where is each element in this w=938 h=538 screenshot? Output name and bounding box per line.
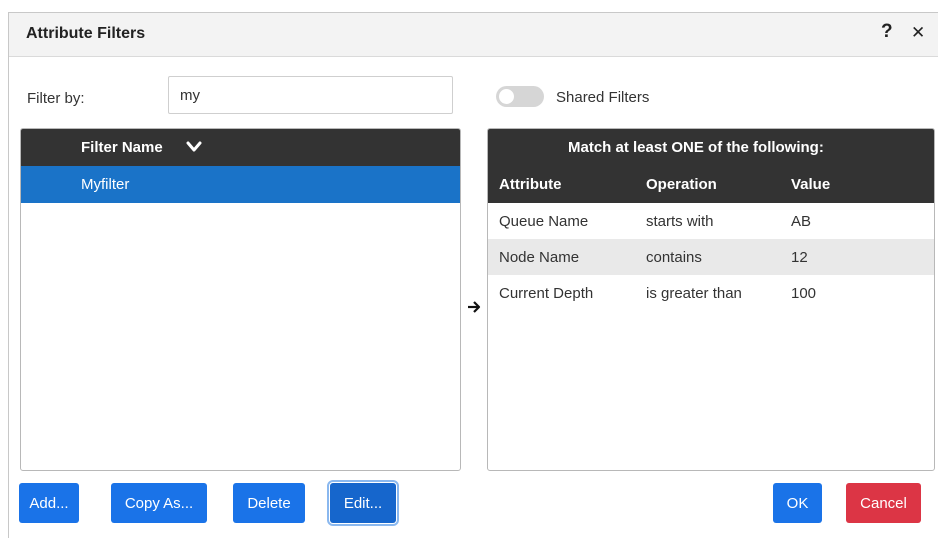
rule-value: 100 — [791, 285, 817, 302]
cancel-button[interactable]: Cancel — [846, 483, 921, 523]
rule-attribute: Node Name — [499, 249, 580, 266]
arrow-right-icon — [468, 301, 481, 313]
ok-button[interactable]: OK — [773, 483, 822, 523]
filter-list-header[interactable]: Filter Name — [21, 129, 460, 166]
filter-name-column-header: Filter Name — [81, 139, 163, 156]
dialog-title: Attribute Filters — [26, 25, 146, 42]
rule-operation: starts with — [646, 213, 714, 230]
edit-button[interactable]: Edit... — [327, 480, 399, 526]
filter-list-item-label: Myfilter — [81, 176, 130, 193]
rules-header: Match at least ONE of the following: Att… — [488, 129, 934, 203]
rule-attribute: Queue Name — [499, 213, 589, 230]
add-button[interactable]: Add... — [19, 483, 79, 523]
rule-row[interactable]: Node Name contains 12 — [488, 239, 934, 275]
attribute-column-header: Attribute — [499, 176, 562, 193]
dialog-title-bar: Attribute Filters ? ✕ — [9, 13, 938, 57]
help-icon[interactable]: ? — [881, 21, 893, 43]
copy-as-button[interactable]: Copy As... — [111, 483, 207, 523]
filter-list-item[interactable]: Myfilter — [21, 166, 460, 203]
rule-operation: is greater than — [646, 285, 742, 302]
toggle-knob — [499, 89, 514, 104]
shared-filters-toggle[interactable] — [496, 86, 544, 107]
filter-rules-panel: Match at least ONE of the following: Att… — [487, 128, 935, 471]
rule-value: AB — [791, 213, 812, 230]
delete-button[interactable]: Delete — [233, 483, 305, 523]
filter-by-label: Filter by: — [27, 90, 85, 107]
rule-row[interactable]: Current Depth is greater than 100 — [488, 275, 934, 311]
rule-row[interactable]: Queue Name starts with AB — [488, 203, 934, 239]
match-label: Match at least ONE of the following: — [568, 139, 824, 156]
rule-attribute: Current Depth — [499, 285, 594, 302]
value-column-header: Value — [791, 176, 831, 193]
operation-column-header: Operation — [646, 176, 717, 193]
chevron-down-icon[interactable] — [186, 140, 202, 154]
close-icon[interactable]: ✕ — [911, 23, 925, 43]
rule-value: 12 — [791, 249, 808, 266]
attribute-filters-dialog: Attribute Filters ? ✕ Filter by: Shared … — [8, 12, 938, 538]
rule-operation: contains — [646, 249, 702, 266]
shared-filters-label: Shared Filters — [556, 89, 650, 106]
filter-list-panel: Filter Name Myfilter — [20, 128, 461, 471]
filter-by-input[interactable] — [168, 76, 453, 114]
